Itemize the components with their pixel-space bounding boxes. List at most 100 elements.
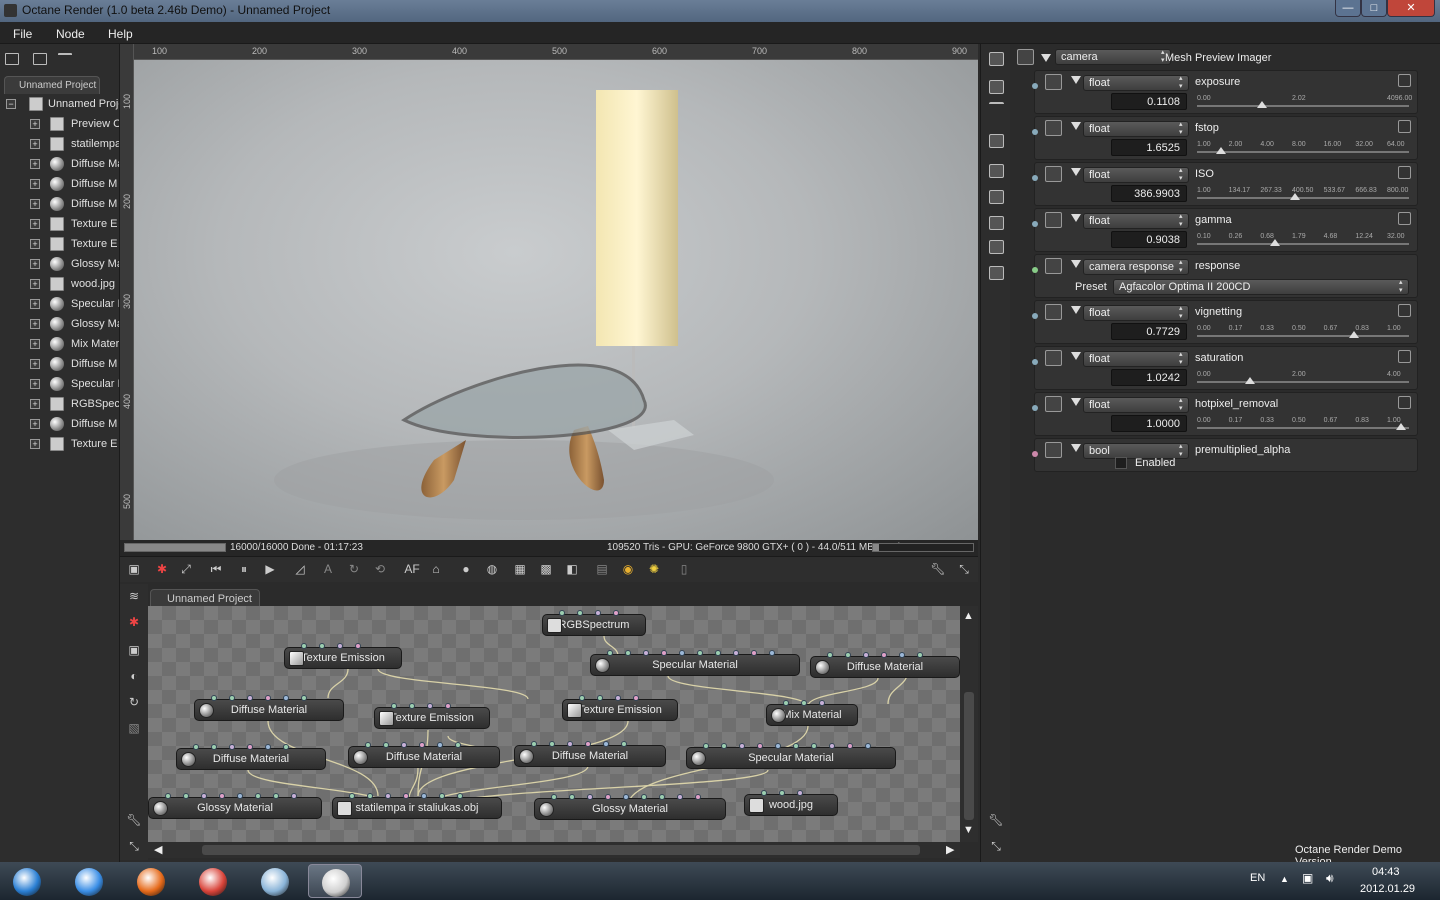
graph-node[interactable]: Diffuse Material (348, 742, 500, 768)
node-input-pin[interactable] (881, 652, 887, 658)
param-type-combo[interactable]: float (1083, 121, 1189, 137)
expand-icon[interactable]: + (30, 399, 40, 409)
node-input-pin[interactable] (439, 793, 445, 799)
pin-dot[interactable] (1032, 175, 1038, 181)
node-input-pin[interactable] (201, 793, 207, 799)
node-input-pin[interactable] (531, 741, 537, 747)
slider-knob[interactable] (1349, 331, 1360, 338)
pin-dot[interactable] (1032, 359, 1038, 365)
tree-item[interactable]: + Mix Mater (0, 334, 119, 354)
clock-date[interactable]: 2012.01.29 (1360, 883, 1415, 895)
node-input-pin[interactable] (559, 610, 565, 616)
node-input-pin[interactable] (597, 695, 603, 701)
tree-root[interactable]: − Unnamed Proje (0, 94, 119, 114)
tree-item[interactable]: + wood.jpg (0, 274, 119, 294)
scroll-thumb[interactable] (964, 692, 974, 820)
outliner-layers-icon[interactable] (33, 53, 47, 65)
param-value-field[interactable]: 1.6525 (1111, 139, 1187, 156)
node-input-pin[interactable] (183, 793, 189, 799)
outliner-list-icon[interactable] (5, 53, 19, 65)
pin-dot[interactable] (1032, 267, 1038, 273)
tree-item[interactable]: + Diffuse M (0, 414, 119, 434)
graph-node[interactable]: Diffuse Material (176, 744, 326, 770)
node-input-pin[interactable] (247, 744, 253, 750)
node-input-pin[interactable] (605, 794, 611, 800)
tree-item[interactable]: + statilempa (0, 134, 119, 154)
param-value-field[interactable]: 0.9038 (1111, 231, 1187, 248)
node-input-pin[interactable] (255, 793, 261, 799)
node-input-pin[interactable] (549, 741, 555, 747)
image-settings-icon[interactable] (989, 134, 1004, 148)
node-input-pin[interactable] (613, 610, 619, 616)
param-type-combo[interactable]: float (1083, 351, 1189, 367)
node-input-pin[interactable] (337, 643, 343, 649)
tree-item[interactable]: + Diffuse Ma (0, 154, 119, 174)
graph-delete-icon[interactable]: ✱ (126, 614, 142, 630)
film-icon[interactable] (989, 190, 1004, 204)
ruler-icon[interactable]: ◿ (292, 561, 308, 577)
node-input-pin[interactable] (899, 652, 905, 658)
scroll-down-icon[interactable]: ▼ (963, 824, 974, 836)
node-input-pin[interactable] (427, 703, 433, 709)
node-input-pin[interactable] (721, 743, 727, 749)
graph-fullscreen-icon[interactable]: ⤡ (126, 838, 142, 854)
graph-refresh-icon[interactable]: ↻ (126, 694, 142, 710)
tree-item[interactable]: + Glossy Ma (0, 314, 119, 334)
param-type-combo[interactable]: float (1083, 213, 1189, 229)
pin-dot[interactable] (1032, 221, 1038, 227)
fullscreen-icon[interactable]: ⤡ (956, 561, 972, 577)
expand-icon[interactable]: + (30, 319, 40, 329)
node-input-pin[interactable] (811, 743, 817, 749)
tree-item[interactable]: + RGBSpect (0, 394, 119, 414)
graph-image-icon[interactable]: ▧ (126, 720, 142, 736)
expand-icon[interactable]: + (30, 379, 40, 389)
expand-icon[interactable]: + (30, 419, 40, 429)
tree-item[interactable]: + Texture E (0, 234, 119, 254)
pin-dot[interactable] (1032, 451, 1038, 457)
node-input-pin[interactable] (695, 794, 701, 800)
menu-node[interactable]: Node (56, 27, 85, 41)
node-input-pin[interactable] (283, 744, 289, 750)
refocus-icon[interactable]: ⟲ (372, 561, 388, 577)
imager-icon[interactable] (989, 240, 1004, 254)
expand-icon[interactable]: + (30, 339, 40, 349)
graph-node[interactable]: Diffuse Material (810, 652, 960, 678)
node-input-pin[interactable] (401, 742, 407, 748)
curve-icon[interactable] (1398, 166, 1411, 179)
tree-item[interactable]: + Specular I (0, 374, 119, 394)
expand-icon[interactable]: + (30, 139, 40, 149)
node-input-pin[interactable] (733, 650, 739, 656)
param-value-field[interactable]: 1.0242 (1111, 369, 1187, 386)
param-value-field[interactable]: 0.1108 (1111, 93, 1187, 110)
expand-icon[interactable]: + (30, 239, 40, 249)
node-input-pin[interactable] (779, 790, 785, 796)
node-input-pin[interactable] (577, 610, 583, 616)
node-input-pin[interactable] (569, 794, 575, 800)
clay-icon[interactable]: ◧ (564, 561, 580, 577)
param-type-combo[interactable]: float (1083, 167, 1189, 183)
param-slider[interactable]: 1.00 134.17 267.33 400.50 533.67 666.83 800.00 (1197, 187, 1409, 203)
expand-triangle-icon[interactable] (1071, 168, 1081, 176)
node-input-pin[interactable] (661, 650, 667, 656)
graph-node[interactable]: Specular Material (686, 743, 896, 769)
node-input-pin[interactable] (301, 643, 307, 649)
kernel-icon[interactable] (989, 164, 1004, 178)
network-icon[interactable]: ▣ (1302, 871, 1313, 885)
node-input-pin[interactable] (273, 793, 279, 799)
menu-file[interactable]: File (13, 27, 32, 41)
node-input-pin[interactable] (623, 794, 629, 800)
node-graph-tab[interactable]: Unnamed Project (150, 589, 260, 607)
node-input-pin[interactable] (769, 650, 775, 656)
node-input-pin[interactable] (283, 695, 289, 701)
close-button[interactable]: ✕ (1387, 0, 1435, 17)
node-input-pin[interactable] (585, 741, 591, 747)
expand-icon[interactable]: + (30, 179, 40, 189)
sphere-outline-icon[interactable]: ◍ (484, 561, 500, 577)
region-icon[interactable]: ▦ (512, 561, 528, 577)
slider-knob[interactable] (1289, 193, 1300, 200)
unlock-icon[interactable]: ▯ (676, 561, 692, 577)
graph-material-icon[interactable]: ◐ (126, 668, 142, 684)
graph-node[interactable]: Glossy Material (148, 793, 322, 819)
param-slider[interactable]: 0.00 2.02 4096.00 (1197, 95, 1412, 111)
expand-icon[interactable]: + (30, 439, 40, 449)
